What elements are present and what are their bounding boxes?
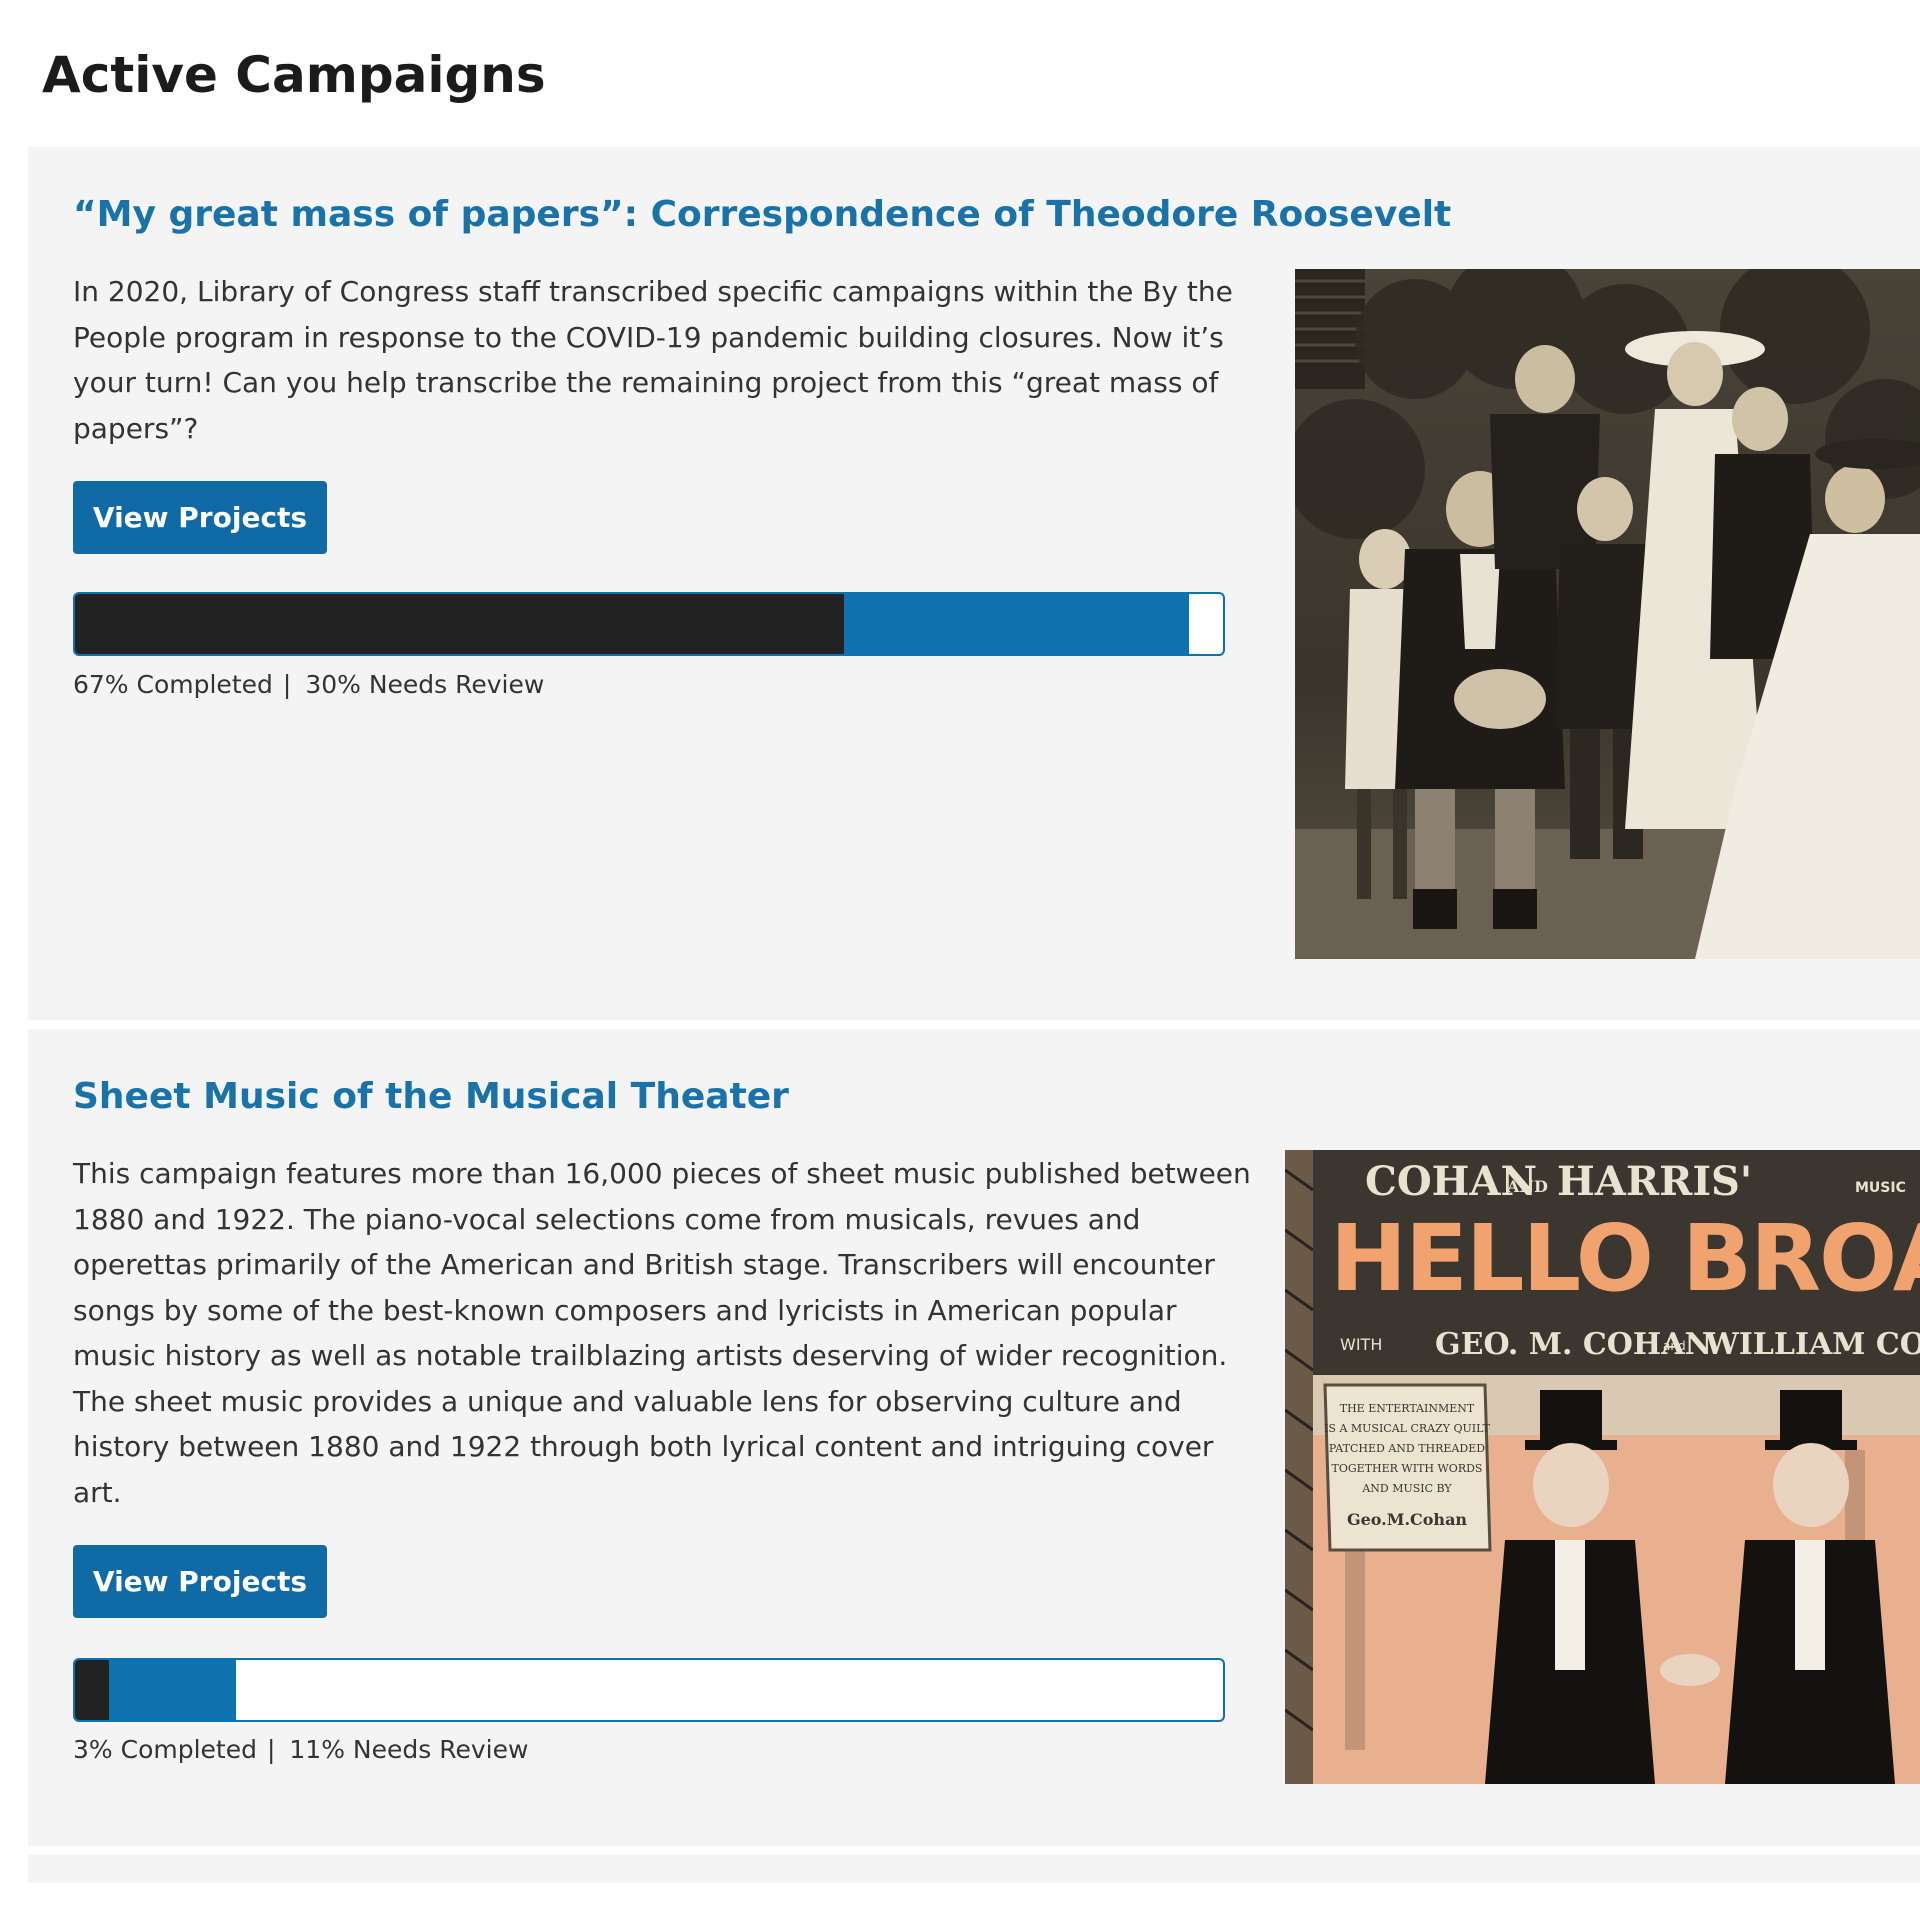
view-projects-button[interactable]: View Projects [73,481,327,554]
page: Active Campaigns “My great mass of paper… [0,0,1920,1920]
cover-scroll-line1: THE ENTERTAINMENT [1340,1402,1475,1415]
needs-review-label: 30% Needs Review [305,670,545,699]
progress-needs-review-segment [844,594,1189,654]
campaign-card: Sheet Music of the Musical Theater This … [28,1029,1920,1846]
roosevelt-family-photo[interactable] [1295,269,1920,959]
cover-credits-and: and [1663,1339,1686,1353]
progress-summary: 67% Completed | 30% Needs Review [73,670,544,699]
completed-label: 3% Completed [73,1735,257,1764]
cover-publisher-and: AND [1506,1177,1548,1196]
cover-publisher-right: HARRIS' [1557,1158,1752,1205]
cover-scroll-line4: TOGETHER WITH WORDS [1332,1462,1483,1475]
progress-summary: 3% Completed | 11% Needs Review [73,1735,528,1764]
campaign-title-link[interactable]: “My great mass of papers”: Correspondenc… [73,194,1451,235]
needs-review-label: 11% Needs Review [289,1735,529,1764]
campaign-title-link[interactable]: Sheet Music of the Musical Theater [73,1076,789,1117]
sheet-music-cover-illustration: COHAN AND HARRIS' MUSIC HELLO BROADW WIT… [1285,1150,1920,1784]
progress-completed-segment [75,1660,110,1720]
cover-scroll-signature: Geo.M.Cohan [1347,1510,1467,1529]
roosevelt-family-photo-illustration [1295,269,1920,959]
progress-bar [73,1658,1225,1722]
cover-scroll-line5: AND MUSIC BY [1361,1482,1452,1495]
campaign-card: “My great mass of papers”: Correspondenc… [28,147,1920,1020]
campaign-description: This campaign features more than 16,000 … [73,1157,1251,1509]
cover-scroll-line3: PATCHED AND THREADED [1329,1442,1485,1455]
cover-credits-william: WILLIAM CO [1704,1327,1920,1362]
page-title: Active Campaigns [42,46,546,104]
cover-headline: HELLO BROADW [1330,1205,1920,1312]
progress-needs-review-segment [109,1660,236,1720]
cover-credits-with: WITH [1340,1335,1382,1354]
separator: | [266,1735,276,1764]
separator: | [282,670,292,699]
cover-scroll-line2: IS A MUSICAL CRAZY QUILT [1324,1422,1490,1435]
campaign-card [28,1855,1920,1883]
completed-label: 67% Completed [73,670,273,699]
progress-completed-segment [75,594,845,654]
hello-broadway-sheet-music-cover[interactable]: COHAN AND HARRIS' MUSIC HELLO BROADW WIT… [1285,1150,1920,1784]
progress-bar [73,592,1225,656]
campaign-description: In 2020, Library of Congress staff trans… [73,275,1233,445]
cover-publisher-music: MUSIC [1855,1180,1906,1196]
view-projects-button[interactable]: View Projects [73,1545,327,1618]
